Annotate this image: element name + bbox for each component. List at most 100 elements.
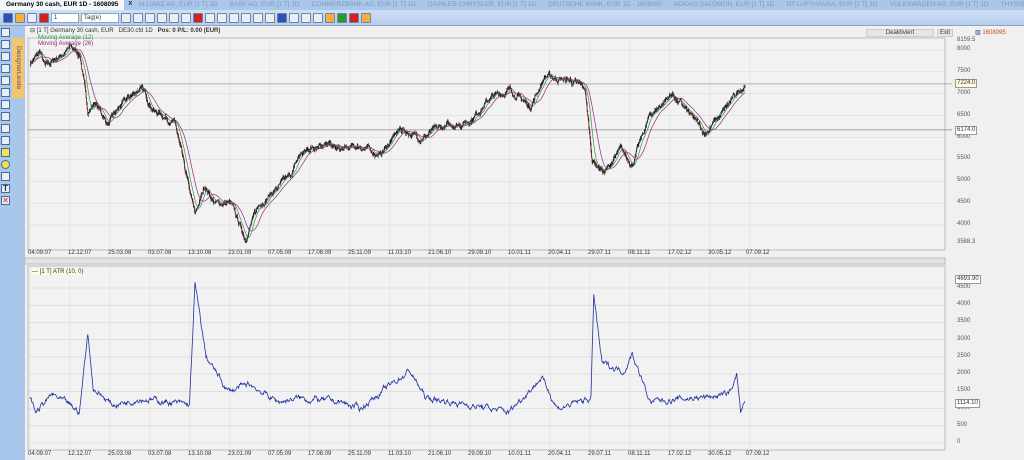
chart-canvas[interactable] bbox=[0, 0, 1024, 460]
atr-axis-label: 4000 bbox=[957, 301, 971, 308]
atr-axis-label: 1500 bbox=[957, 387, 971, 394]
date-axis-label: 25.11.09 bbox=[348, 250, 371, 256]
date-axis-label: 21.06.10 bbox=[428, 250, 452, 256]
candle bbox=[585, 94, 587, 99]
candle bbox=[34, 56, 36, 58]
candle bbox=[591, 151, 592, 158]
candle bbox=[189, 187, 190, 190]
price-axis-label: 3588.3 bbox=[957, 239, 976, 245]
atr-axis-label: 3500 bbox=[957, 318, 971, 325]
atr-axis-label: 2500 bbox=[957, 352, 971, 359]
candle bbox=[588, 119, 590, 128]
candle bbox=[64, 51, 66, 55]
candle bbox=[86, 103, 88, 110]
price-axis-label: 4500 bbox=[957, 199, 971, 206]
candle bbox=[586, 103, 588, 111]
date-axis-label: 17.08.09 bbox=[308, 451, 332, 457]
candle bbox=[464, 121, 465, 123]
date-axis-label: 08.11.11 bbox=[628, 451, 651, 457]
date-axis-label: 23.01.09 bbox=[228, 250, 252, 256]
candle bbox=[267, 196, 269, 199]
date-axis-label: 30.05.12 bbox=[708, 250, 732, 256]
candle bbox=[635, 151, 637, 156]
candle bbox=[183, 156, 184, 159]
collapse-icon[interactable]: ⊟ bbox=[30, 28, 37, 34]
candle bbox=[82, 71, 84, 74]
candle bbox=[81, 63, 83, 70]
candle bbox=[681, 101, 683, 104]
price-axis-label: 5000 bbox=[957, 177, 971, 184]
account-label: 1608095 bbox=[982, 30, 1006, 36]
candle bbox=[194, 207, 195, 211]
atr-pane bbox=[27, 265, 946, 451]
account-number: ▥ 1608095 bbox=[975, 29, 1006, 36]
price-axis-label: 6500 bbox=[957, 111, 971, 118]
date-axis-label: 25.11.09 bbox=[348, 451, 371, 457]
atr-legend[interactable]: — [1 T] ATR (10, 0) bbox=[32, 269, 84, 275]
price-marker-label: 6174.0 bbox=[955, 125, 978, 135]
date-axis-label: 23.01.09 bbox=[228, 451, 252, 457]
atr-axis-label: 3000 bbox=[957, 335, 971, 342]
candle bbox=[100, 110, 102, 113]
atr-axis-label: 4500 bbox=[957, 284, 971, 290]
candle bbox=[371, 151, 373, 154]
candle bbox=[256, 209, 257, 211]
main-chart-legend: ⊟ [1 T] Germany 30 cash, EUR DE30.cfd 1D… bbox=[30, 28, 220, 48]
date-axis-label: 21.06.10 bbox=[428, 451, 452, 457]
position-label: Pos: 0 P/L: 0.00 (EUR) bbox=[157, 28, 221, 34]
candle bbox=[514, 96, 516, 99]
atr-axis-label: 500 bbox=[957, 421, 968, 428]
date-axis-label: 07.05.09 bbox=[268, 451, 292, 457]
date-axis-label: 29.09.10 bbox=[468, 451, 492, 457]
ma12-legend[interactable]: Moving Average (12) bbox=[38, 35, 93, 41]
date-axis-label: 20.04.11 bbox=[548, 451, 571, 457]
deactivated-button[interactable]: Deaktiviert bbox=[866, 29, 934, 37]
price-axis-label: 7000 bbox=[957, 89, 971, 96]
exit-button[interactable]: Exit bbox=[937, 29, 953, 37]
date-axis-label: 08.11.11 bbox=[628, 250, 651, 256]
candle bbox=[617, 151, 619, 153]
candle bbox=[234, 209, 236, 213]
date-axis-label: 03.07.08 bbox=[148, 250, 172, 256]
candle bbox=[191, 196, 193, 199]
date-axis-label: 17.08.09 bbox=[308, 250, 332, 256]
atr-marker-label: 1114.10 bbox=[955, 398, 980, 408]
price-axis-label: 8159.5 bbox=[957, 37, 976, 44]
candle bbox=[167, 119, 168, 122]
date-axis-label: 04.09.07 bbox=[28, 451, 52, 457]
candle bbox=[556, 80, 558, 82]
date-axis-label: 07.09.12 bbox=[746, 451, 770, 457]
candle bbox=[184, 162, 185, 168]
price-pane bbox=[27, 37, 946, 251]
horizontal-scrollbar[interactable] bbox=[24, 257, 946, 265]
date-axis-label: 04.09.07 bbox=[28, 250, 52, 256]
candle bbox=[587, 110, 589, 116]
candle bbox=[36, 52, 38, 54]
candle bbox=[85, 91, 87, 99]
date-axis-label: 10.01.11 bbox=[508, 451, 531, 457]
date-axis-label: 12.12.07 bbox=[68, 250, 92, 256]
date-axis-label: 11.03.10 bbox=[388, 250, 411, 256]
candle bbox=[618, 149, 619, 152]
date-axis-label: 29.09.10 bbox=[468, 250, 492, 256]
date-axis-label: 07.05.09 bbox=[268, 250, 292, 256]
candle bbox=[416, 136, 418, 139]
candle bbox=[278, 184, 279, 187]
candle bbox=[514, 95, 515, 97]
ma26-legend[interactable]: Moving Average (26) bbox=[38, 41, 93, 47]
date-axis-label: 13.10.08 bbox=[188, 250, 212, 256]
date-axis-label: 29.07.11 bbox=[588, 250, 611, 256]
date-axis-label: 03.07.08 bbox=[148, 451, 172, 457]
date-axis-label: 25.03.08 bbox=[108, 451, 132, 457]
candle bbox=[537, 92, 539, 93]
date-axis-label: 12.12.07 bbox=[68, 451, 92, 457]
price-axis-label: 4000 bbox=[957, 221, 971, 227]
date-axis-label: 17.02.12 bbox=[668, 250, 692, 256]
price-axis-label: 8000 bbox=[957, 46, 971, 52]
symbol-label: DE30.cfd 1D bbox=[118, 28, 153, 34]
date-axis-label: 10.01.11 bbox=[508, 250, 531, 256]
date-axis-label: 29.07.11 bbox=[588, 451, 611, 457]
candle bbox=[162, 116, 163, 119]
date-axis-label: 13.10.08 bbox=[188, 451, 212, 457]
atr-marker-label: 4693.90 bbox=[955, 275, 981, 285]
